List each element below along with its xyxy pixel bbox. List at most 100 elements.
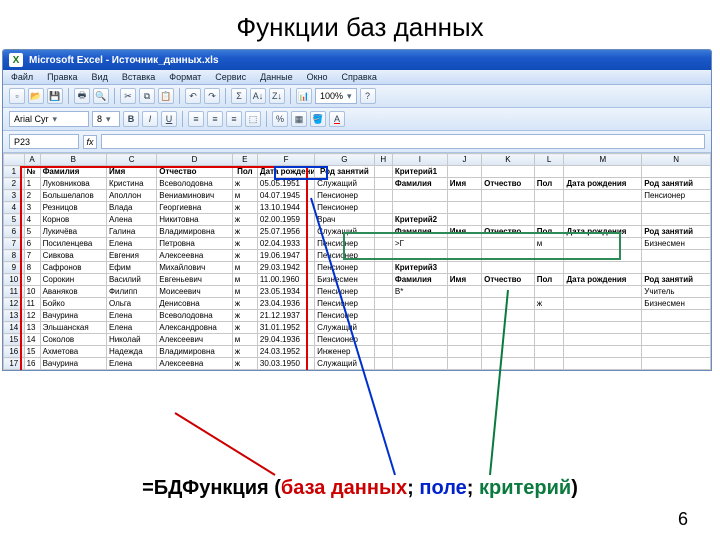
cell[interactable]: 13.10.1944 <box>257 202 314 214</box>
redo-icon[interactable]: ↷ <box>204 88 220 104</box>
cell[interactable]: 19.06.1947 <box>257 250 314 262</box>
cell[interactable]: 10 <box>24 286 40 298</box>
underline-icon[interactable]: U <box>161 111 177 127</box>
cell[interactable]: Всеволодовна <box>157 310 233 322</box>
cell[interactable]: Всеволодовна <box>157 178 233 190</box>
row-header[interactable]: 7 <box>4 238 25 250</box>
cell[interactable]: Отчество <box>482 274 535 286</box>
cell[interactable]: Сорокин <box>40 274 106 286</box>
cell[interactable] <box>564 298 642 310</box>
cell[interactable] <box>374 250 392 262</box>
cell[interactable]: ж <box>232 226 257 238</box>
cell[interactable] <box>447 250 481 262</box>
cell[interactable]: Посиленцева <box>40 238 106 250</box>
cell[interactable]: Галина <box>106 226 156 238</box>
cell[interactable] <box>564 250 642 262</box>
cell[interactable]: 5 <box>24 226 40 238</box>
cell[interactable]: Служащий <box>315 322 374 334</box>
cell[interactable] <box>482 250 535 262</box>
currency-icon[interactable]: % <box>272 111 288 127</box>
cell[interactable] <box>564 190 642 202</box>
cell[interactable]: ж <box>232 178 257 190</box>
cell[interactable] <box>534 166 564 178</box>
cell[interactable]: Елена <box>106 238 156 250</box>
cell[interactable] <box>392 358 447 370</box>
cell[interactable]: Владимировна <box>157 346 233 358</box>
cell[interactable] <box>482 358 535 370</box>
cell[interactable] <box>482 166 535 178</box>
cell[interactable]: 13 <box>24 322 40 334</box>
cell[interactable] <box>642 166 711 178</box>
column-header[interactable]: I <box>392 154 447 166</box>
font-size-dropdown[interactable]: 8▾ <box>92 111 120 127</box>
cell[interactable]: Пенсионер <box>315 286 374 298</box>
cell[interactable] <box>374 238 392 250</box>
row-header[interactable]: 6 <box>4 226 25 238</box>
cell[interactable]: Георгиевна <box>157 202 233 214</box>
cell[interactable]: Служащий <box>315 358 374 370</box>
cell[interactable]: Никитовна <box>157 214 233 226</box>
cell[interactable]: 29.04.1936 <box>257 334 314 346</box>
cell[interactable]: Пенсионер <box>642 190 711 202</box>
cell[interactable]: Служащий <box>315 178 374 190</box>
cell[interactable] <box>642 334 711 346</box>
cell[interactable]: Пенсионер <box>315 334 374 346</box>
cell[interactable] <box>374 346 392 358</box>
cell[interactable] <box>564 322 642 334</box>
cell[interactable]: 23.05.1934 <box>257 286 314 298</box>
cell[interactable]: 8 <box>24 262 40 274</box>
cell[interactable]: Дата рождения <box>564 274 642 286</box>
cell[interactable] <box>374 262 392 274</box>
cell[interactable]: Критерий1 <box>392 166 447 178</box>
cell[interactable] <box>564 202 642 214</box>
cell[interactable]: ж <box>232 310 257 322</box>
cell[interactable] <box>447 190 481 202</box>
row-header[interactable]: 15 <box>4 334 25 346</box>
cell[interactable] <box>534 202 564 214</box>
cell[interactable]: Фамилия <box>40 166 106 178</box>
cell[interactable] <box>482 238 535 250</box>
cell[interactable]: Род занятий <box>642 274 711 286</box>
cell[interactable]: 02.04.1933 <box>257 238 314 250</box>
menu-item[interactable]: Вид <box>92 72 108 82</box>
cell[interactable] <box>482 262 535 274</box>
cell[interactable]: 25.07.1956 <box>257 226 314 238</box>
row-header[interactable]: 4 <box>4 202 25 214</box>
cell[interactable]: Имя <box>106 166 156 178</box>
cell[interactable]: Пол <box>534 274 564 286</box>
cell[interactable]: Елена <box>106 322 156 334</box>
cell[interactable]: Имя <box>447 178 481 190</box>
column-header[interactable]: L <box>534 154 564 166</box>
cell[interactable]: Надежда <box>106 346 156 358</box>
cell[interactable]: ж <box>232 202 257 214</box>
cell[interactable]: Врач <box>315 214 374 226</box>
cell[interactable]: Пенсионер <box>315 298 374 310</box>
cell[interactable]: Отчество <box>157 166 233 178</box>
cell[interactable]: Эльшанская <box>40 322 106 334</box>
row-header[interactable]: 1 <box>4 166 25 178</box>
cell[interactable]: Аполлон <box>106 190 156 202</box>
cell[interactable] <box>564 358 642 370</box>
cell[interactable]: 15 <box>24 346 40 358</box>
cell[interactable]: 05.05.1951 <box>257 178 314 190</box>
cell[interactable] <box>447 298 481 310</box>
cell[interactable] <box>392 310 447 322</box>
cell[interactable] <box>642 214 711 226</box>
cell[interactable] <box>392 322 447 334</box>
cell[interactable]: Николай <box>106 334 156 346</box>
row-header[interactable]: 16 <box>4 346 25 358</box>
chart-icon[interactable]: 📊 <box>296 88 312 104</box>
cell[interactable]: Денисовна <box>157 298 233 310</box>
cell[interactable]: Алексеевна <box>157 358 233 370</box>
cell[interactable]: 6 <box>24 238 40 250</box>
cell[interactable]: Резницов <box>40 202 106 214</box>
cell[interactable]: Луковникова <box>40 178 106 190</box>
menu-item[interactable]: Сервис <box>215 72 246 82</box>
cell[interactable] <box>374 226 392 238</box>
column-header[interactable]: D <box>157 154 233 166</box>
cell[interactable]: Пенсионер <box>315 310 374 322</box>
save-icon[interactable]: 💾 <box>47 88 63 104</box>
cell[interactable]: Дата рождения <box>257 166 314 178</box>
cell[interactable] <box>564 286 642 298</box>
cell[interactable]: Критерий3 <box>392 262 447 274</box>
